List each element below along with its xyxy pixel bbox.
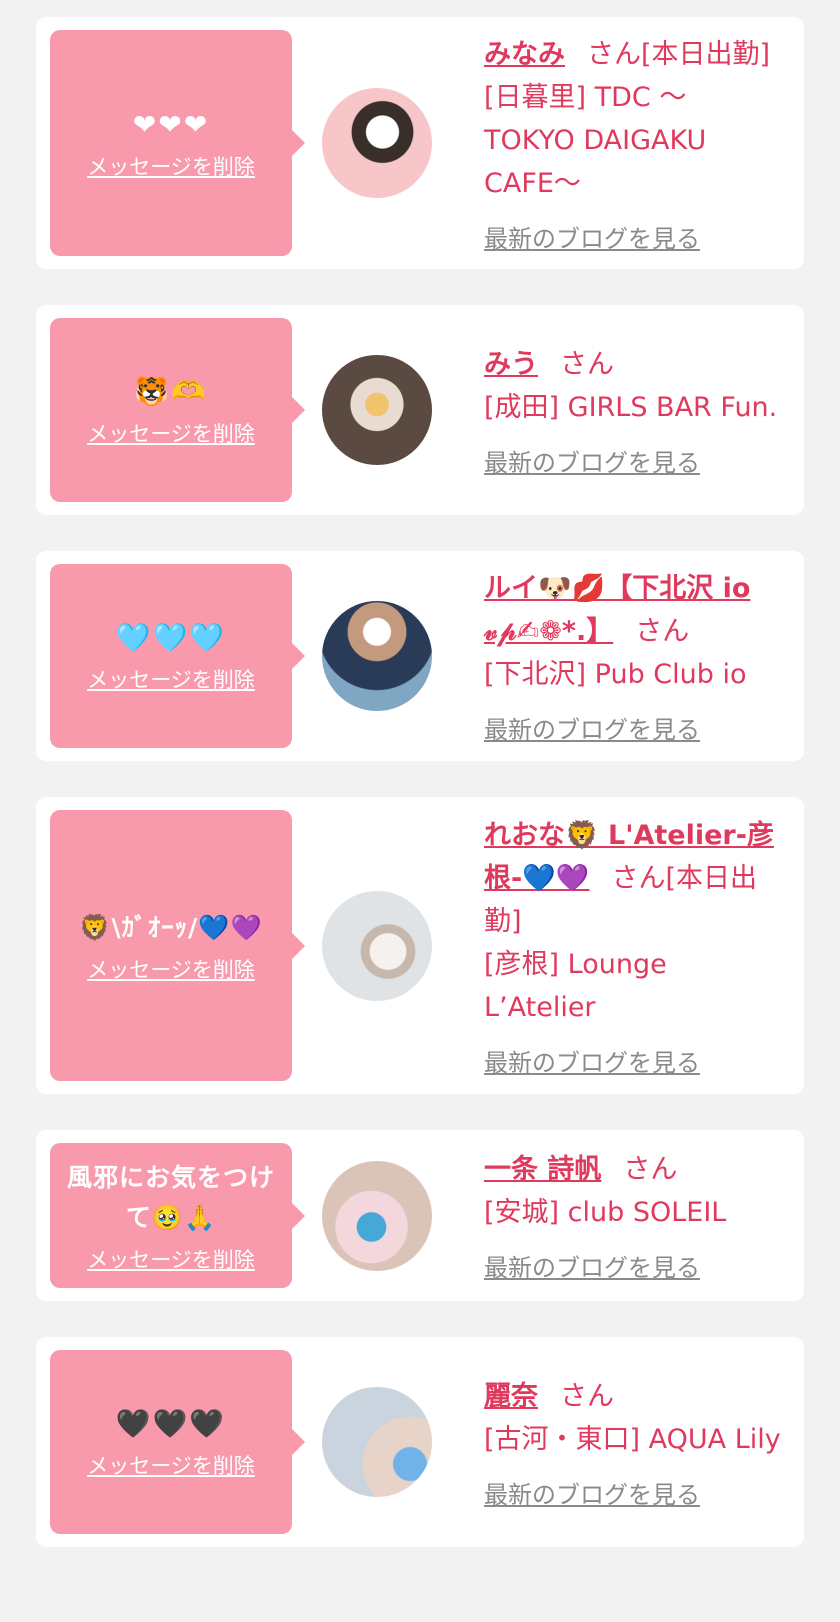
latest-blog-link[interactable]: 最新のブログを見る [484,1043,700,1078]
honorific-text: さん [560,348,614,380]
shop-name: [彦根] Lounge L’Atelier [484,948,667,1023]
delete-message-link[interactable]: メッセージを削除 [87,1450,255,1480]
message-text: 🐯🫶 [134,375,208,408]
honorific-text: さん [560,1380,614,1412]
latest-blog-link[interactable]: 最新のブログを見る [484,443,700,478]
honorific-text: さん[本日出勤] [587,38,771,70]
message-card: 風邪にお気をつけて🥹🙏 メッセージを削除 一条 詩帆 さん [安城] club S… [36,1130,804,1301]
message-bubble: 🩵🩵🩵 メッセージを削除 [50,564,305,748]
delete-message-link[interactable]: メッセージを削除 [87,151,255,181]
shop-name: [日暮里] TDC 〜 TOKYO DAIGAKU CAFE〜 [484,81,707,199]
message-bubble: 風邪にお気をつけて🥹🙏 メッセージを削除 [50,1143,305,1288]
cast-name-link[interactable]: ルイ🐶💋【下北沢 io 𝓋𝓅✍︎❁*.】 [484,573,750,647]
shop-name: [成田] GIRLS BAR Fun. [484,391,778,423]
message-card: 🐯🫶 メッセージを削除 みう さん [成田] GIRLS BAR Fun. 最新の… [36,305,804,515]
latest-blog-link[interactable]: 最新のブログを見る [484,1248,700,1283]
message-card: 🩵🩵🩵 メッセージを削除 ルイ🐶💋【下北沢 io 𝓋𝓅✍︎❁*.】 さん [下北沢… [36,551,804,761]
shop-name: [安城] club SOLEIL [484,1197,727,1228]
message-card: 🦁\ｶﾞｵｰｯ/💙💜 メッセージを削除 れおな🦁 L'Atelier-彦根-💙💜… [36,797,804,1094]
message-text: ❤❤❤ [132,108,210,141]
message-text: 🖤🖤🖤 [115,1407,227,1440]
honorific-text: さん [623,1154,678,1185]
message-bubble: 🦁\ｶﾞｵｰｯ/💙💜 メッセージを削除 [50,810,305,1081]
cast-name-link[interactable]: 麗奈 [484,1381,538,1412]
avatar[interactable] [322,1160,432,1271]
shop-name: [古河・東口] AQUA Lily [484,1423,781,1455]
delete-message-link[interactable]: メッセージを削除 [87,418,255,448]
message-text: 風邪にお気をつけて🥹🙏 [66,1162,275,1232]
message-bubble: ❤❤❤ メッセージを削除 [50,30,305,256]
avatar[interactable] [322,355,432,465]
cast-name-link[interactable]: 一条 詩帆 [484,1154,601,1185]
shop-name: [下北沢] Pub Club io [484,659,747,690]
cast-name-link[interactable]: みう [484,349,538,380]
message-card: 🖤🖤🖤 メッセージを削除 麗奈 さん [古河・東口] AQUA Lily 最新のブ… [36,1337,804,1547]
latest-blog-link[interactable]: 最新のブログを見る [484,1475,700,1510]
delete-message-link[interactable]: メッセージを削除 [87,664,255,694]
avatar[interactable] [322,890,432,1001]
honorific-text: さん [635,616,690,647]
message-text: 🦁\ｶﾞｵｰｯ/💙💜 [79,912,263,942]
avatar[interactable] [322,601,432,711]
message-bubble: 🖤🖤🖤 メッセージを削除 [50,1350,305,1534]
delete-message-link[interactable]: メッセージを削除 [87,1244,255,1274]
message-text: 🩵🩵🩵 [115,621,227,654]
latest-blog-link[interactable]: 最新のブログを見る [484,219,700,254]
delete-message-link[interactable]: メッセージを削除 [87,954,255,984]
latest-blog-link[interactable]: 最新のブログを見る [484,710,700,745]
avatar[interactable] [322,1387,432,1497]
message-list: ❤❤❤ メッセージを削除 みなみ さん[本日出勤] [日暮里] TDC 〜 TOK… [0,0,840,1547]
message-card: ❤❤❤ メッセージを削除 みなみ さん[本日出勤] [日暮里] TDC 〜 TOK… [36,17,804,269]
message-bubble: 🐯🫶 メッセージを削除 [50,318,305,502]
avatar[interactable] [322,88,432,198]
cast-name-link[interactable]: みなみ [484,39,565,70]
